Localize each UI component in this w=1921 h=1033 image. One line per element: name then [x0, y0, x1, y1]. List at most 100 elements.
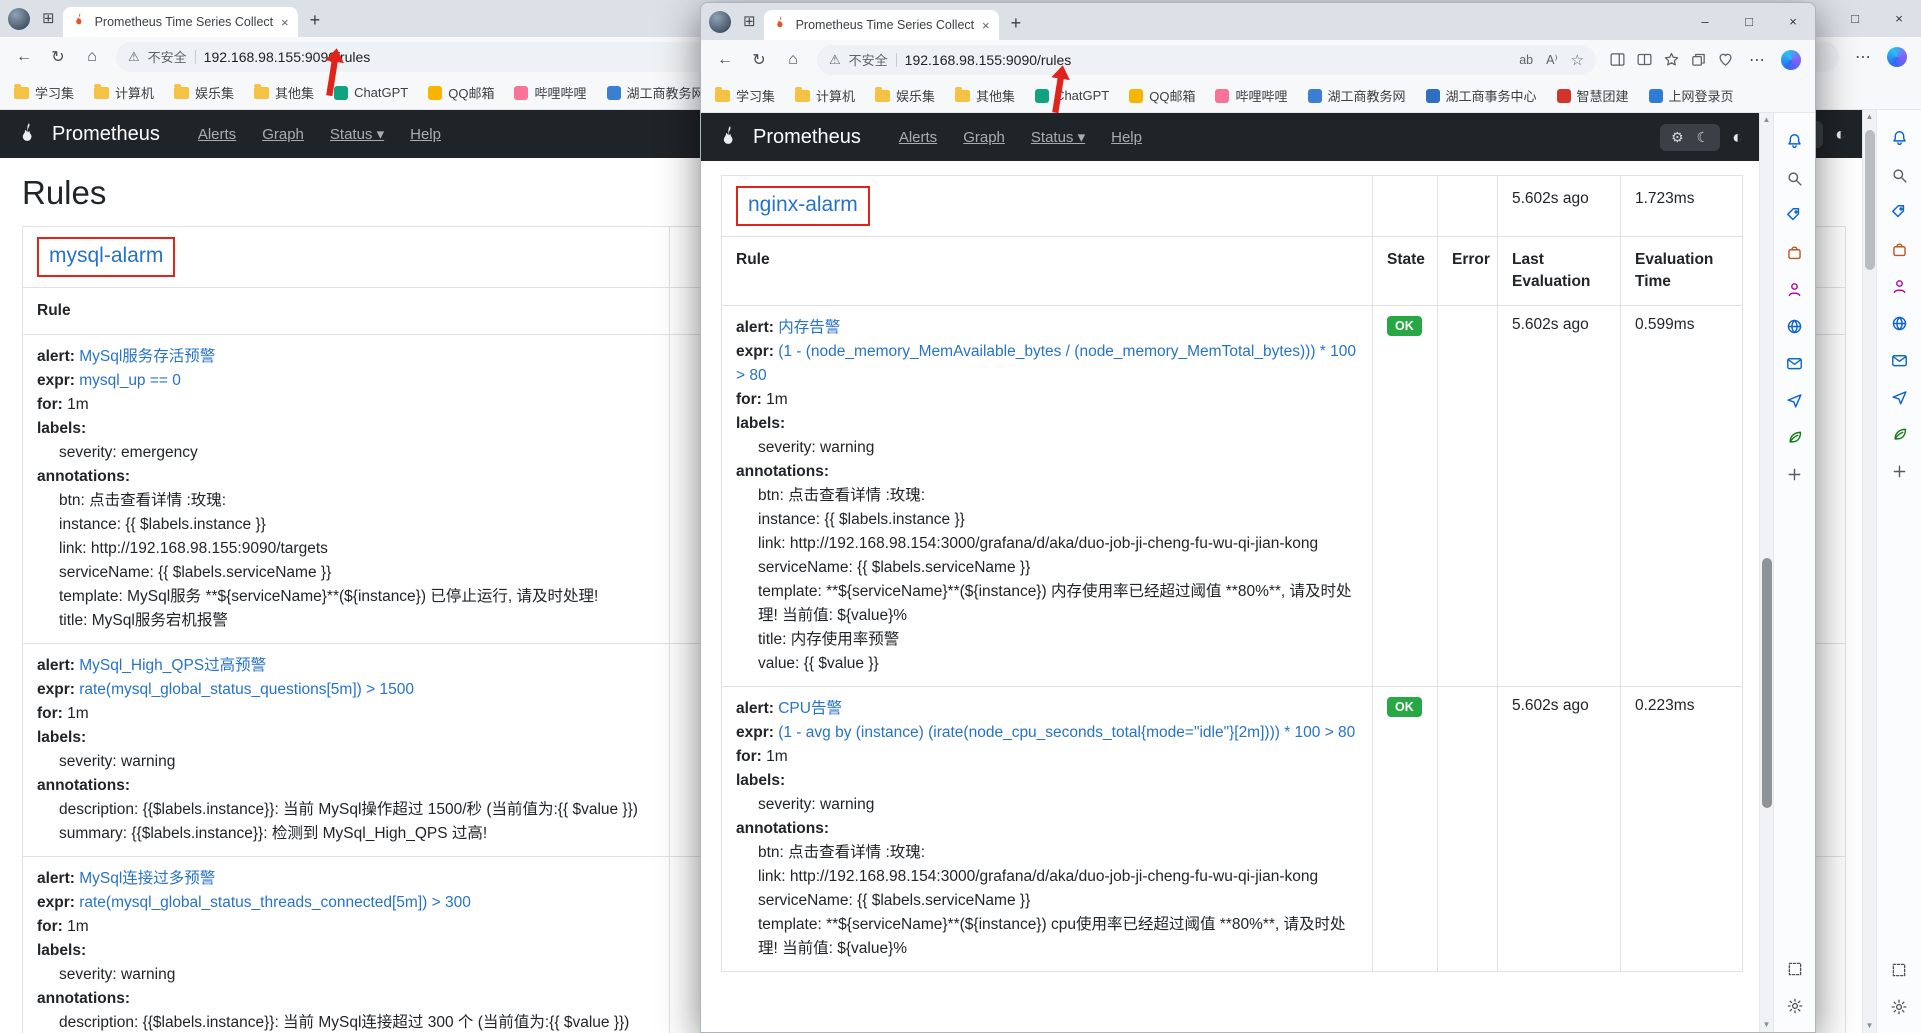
tags-icon[interactable]	[1877, 194, 1921, 231]
settings-gear-icon[interactable]	[1877, 988, 1921, 1025]
bookmark-item[interactable]: 其他集	[254, 83, 314, 102]
tab-close-icon[interactable]: ×	[982, 18, 990, 33]
nav-link-status[interactable]: Status ▾	[330, 125, 384, 143]
add-plus-icon[interactable]	[1877, 453, 1921, 490]
favorite-star-icon[interactable]: ☆	[1571, 51, 1584, 69]
settings-gear-icon[interactable]: ⚙	[1671, 129, 1684, 146]
bookmark-item[interactable]: 计算机	[94, 83, 154, 102]
bookmark-item[interactable]: 哔哩哔哩	[1215, 86, 1288, 105]
outlook-mail-icon[interactable]	[1877, 342, 1921, 379]
browser-globe-icon[interactable]	[1774, 308, 1815, 345]
prometheus-brand[interactable]: Prometheus	[52, 123, 160, 146]
rule-link[interactable]: (1 - (node_memory_MemAvailable_bytes / (…	[736, 343, 1356, 384]
rule-link[interactable]: mysql_up == 0	[79, 372, 181, 389]
rule-link[interactable]: MySql_High_QPS过高预警	[79, 657, 266, 674]
new-tab-button[interactable]: +	[310, 10, 321, 31]
favorites-icon[interactable]	[1658, 51, 1685, 68]
rule-group-link[interactable]: mysql-alarm	[49, 244, 163, 267]
address-bar[interactable]: ⚠ 不安全 192.168.98.155:9090/rules ab A⁾ ☆	[817, 44, 1596, 75]
nav-link-help[interactable]: Help	[410, 126, 441, 143]
theme-toggle-icon[interactable]: ◐	[1835, 124, 1846, 145]
translate-icon[interactable]: ab	[1519, 53, 1533, 67]
rule-link[interactable]: 内存告警	[778, 319, 840, 336]
people-icon[interactable]	[1877, 268, 1921, 305]
rule-link[interactable]: rate(mysql_global_status_threads_connect…	[79, 894, 471, 911]
browser-globe-icon[interactable]	[1877, 305, 1921, 342]
back-button[interactable]: ←	[709, 51, 741, 69]
rule-link[interactable]: (1 - avg by (instance) (irate(node_cpu_s…	[778, 724, 1355, 741]
scroll-down-button[interactable]: ▼	[1863, 1019, 1876, 1033]
plant-leaf-icon[interactable]	[1877, 416, 1921, 453]
screenshot-icon[interactable]	[1877, 951, 1921, 988]
browser-tab[interactable]: Prometheus Time Series Collecti ×	[763, 10, 999, 40]
nav-link-status[interactable]: Status ▾	[1031, 128, 1085, 146]
nav-link-graph[interactable]: Graph	[262, 126, 304, 143]
maximize-button[interactable]: □	[1833, 0, 1877, 37]
notifications-bell-icon[interactable]	[1877, 120, 1921, 157]
home-button[interactable]: ⌂	[76, 48, 108, 66]
bookmark-item[interactable]: ChatGPT	[334, 85, 408, 100]
tab-close-icon[interactable]: ×	[281, 15, 289, 30]
bookmark-item[interactable]: 湖工商事务中心	[1425, 86, 1537, 105]
bookmark-item[interactable]: 智慧团建	[1556, 86, 1629, 105]
new-tab-button[interactable]: +	[1011, 13, 1022, 34]
plant-leaf-icon[interactable]	[1774, 419, 1815, 456]
bookmark-item[interactable]: 上网登录页	[1648, 86, 1734, 105]
minimize-button[interactable]: –	[1683, 3, 1727, 40]
bookmark-item[interactable]: 湖工商教务网	[606, 83, 705, 102]
bookmark-item[interactable]: QQ邮箱	[1129, 86, 1195, 105]
rule-link[interactable]: MySql连接过多预警	[79, 870, 215, 887]
profile-avatar[interactable]	[8, 7, 30, 30]
bookmark-item[interactable]: QQ邮箱	[428, 83, 494, 102]
rule-link[interactable]: rate(mysql_global_status_questions[5m]) …	[79, 681, 414, 698]
workspaces-icon[interactable]: ⊞	[743, 14, 756, 29]
back-button[interactable]: ←	[8, 48, 40, 66]
side-panel-icon[interactable]	[1604, 51, 1631, 68]
bookmark-item[interactable]: 哔哩哔哩	[514, 83, 587, 102]
copilot-icon[interactable]	[1781, 49, 1801, 70]
page-scrollbar[interactable]: ▲ ▼	[1759, 113, 1773, 1032]
shopping-bag-icon[interactable]	[1877, 231, 1921, 268]
bookmark-item[interactable]: 娱乐集	[174, 83, 234, 102]
bookmark-item[interactable]: 其他集	[955, 86, 1015, 105]
notifications-bell-icon[interactable]	[1774, 123, 1815, 160]
home-button[interactable]: ⌂	[777, 51, 809, 69]
scroll-thumb[interactable]	[1762, 558, 1772, 808]
more-options-button[interactable]: ⋯	[1847, 47, 1879, 67]
bookmark-item[interactable]: 湖工商教务网	[1307, 86, 1406, 105]
refresh-button[interactable]: ↻	[42, 47, 74, 67]
search-icon[interactable]	[1774, 160, 1815, 197]
nav-link-graph[interactable]: Graph	[963, 129, 1005, 146]
scroll-down-button[interactable]: ▼	[1760, 1018, 1773, 1032]
rule-group-link[interactable]: nginx-alarm	[748, 193, 858, 216]
bookmark-item[interactable]: 娱乐集	[875, 86, 935, 105]
read-aloud-icon[interactable]: A⁾	[1546, 52, 1557, 67]
scroll-thumb[interactable]	[1865, 130, 1875, 270]
theme-toggle-icon[interactable]: ◐	[1732, 127, 1743, 148]
scroll-up-button[interactable]: ▲	[1760, 113, 1773, 127]
tags-icon[interactable]	[1774, 197, 1815, 234]
people-icon[interactable]	[1774, 271, 1815, 308]
settings-gear-icon[interactable]	[1774, 987, 1815, 1024]
prometheus-brand[interactable]: Prometheus	[753, 126, 861, 149]
refresh-button[interactable]: ↻	[743, 50, 775, 70]
add-plus-icon[interactable]	[1774, 456, 1815, 493]
share-send-icon[interactable]	[1877, 379, 1921, 416]
rule-link[interactable]: CPU告警	[778, 700, 842, 717]
close-button[interactable]: ×	[1877, 0, 1921, 37]
browser-essentials-icon[interactable]	[1712, 51, 1739, 68]
collections-icon[interactable]	[1685, 51, 1712, 68]
share-send-icon[interactable]	[1774, 382, 1815, 419]
screenshot-icon[interactable]	[1774, 950, 1815, 987]
shopping-bag-icon[interactable]	[1774, 234, 1815, 271]
workspaces-icon[interactable]: ⊞	[42, 11, 55, 26]
profile-avatar[interactable]	[709, 10, 731, 33]
copilot-icon[interactable]	[1887, 46, 1907, 67]
split-screen-icon[interactable]	[1631, 51, 1658, 68]
bookmark-item[interactable]: 计算机	[795, 86, 855, 105]
search-icon[interactable]	[1877, 157, 1921, 194]
bookmark-item[interactable]: 学习集	[14, 83, 74, 102]
page-scrollbar[interactable]: ▲ ▼	[1862, 110, 1876, 1033]
nav-link-help[interactable]: Help	[1111, 129, 1142, 146]
scroll-up-button[interactable]: ▲	[1863, 110, 1876, 124]
